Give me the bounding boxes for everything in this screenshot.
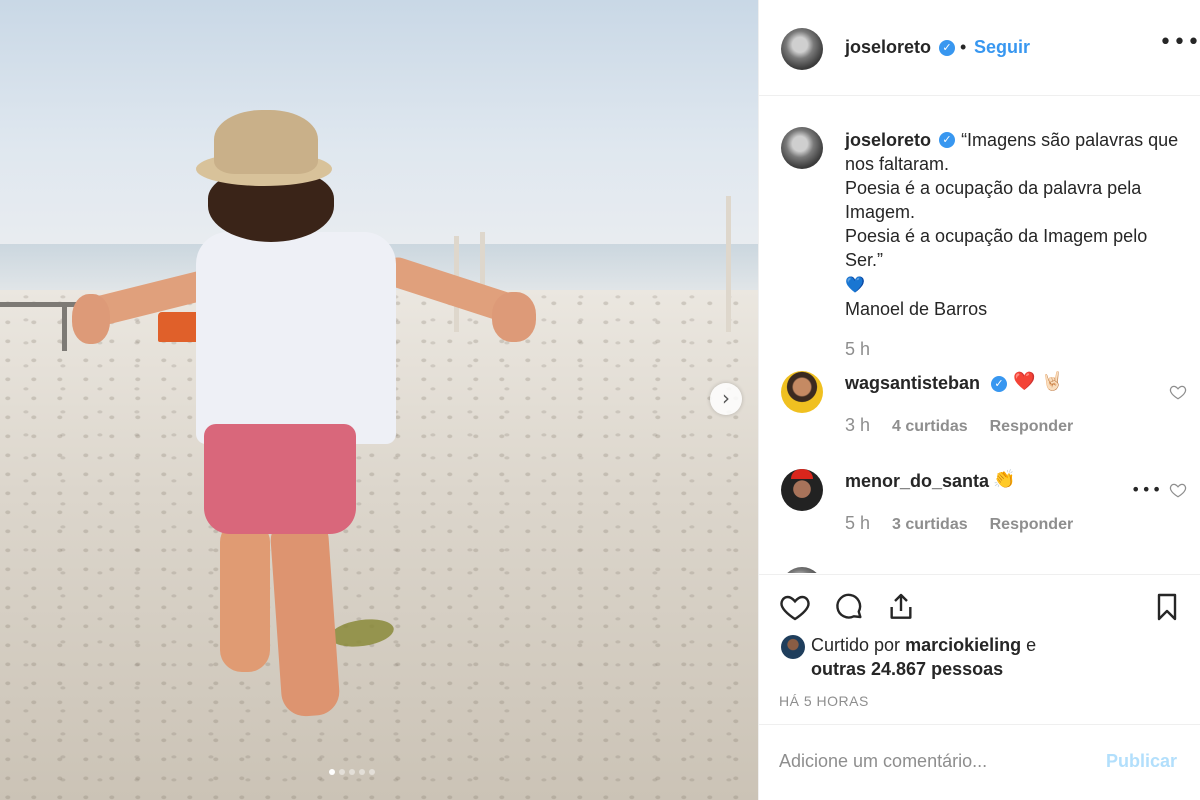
likes-user[interactable]: marciokieling (905, 635, 1021, 655)
comment-username[interactable]: menor_do_santa (845, 471, 989, 492)
post-photo[interactable]: › (0, 0, 758, 800)
caption-line-2: Poesia é a ocupação da palavra pela Imag… (845, 178, 1142, 222)
post-header: joseloreto ✓ • Seguir ••• (759, 0, 1200, 96)
carousel-dot (339, 769, 345, 775)
child-left-leg (220, 520, 270, 672)
comment-likes[interactable]: 4 curtidas (892, 418, 968, 436)
avatar[interactable] (781, 127, 823, 169)
comment-meta: 5 h 3 curtidas Responder (845, 513, 1073, 534)
more-options-icon[interactable]: ••• (1159, 30, 1200, 55)
comment-username[interactable]: wagsantisteban (845, 373, 980, 394)
carousel-next-button[interactable]: › (710, 383, 742, 415)
child-right-hand (492, 292, 536, 342)
follow-button[interactable]: Seguir (974, 37, 1030, 58)
avatar[interactable] (781, 371, 823, 413)
caption-username[interactable]: joseloreto (845, 130, 931, 150)
more-options-icon[interactable]: ••• (1131, 480, 1162, 499)
comment-likes[interactable]: 3 curtidas (892, 516, 968, 534)
child-shorts (204, 424, 356, 534)
caption-emoji: 💙 (845, 275, 865, 294)
instagram-post: › joseloreto ✓ • Seguir ••• joseloreto “… (0, 0, 1200, 800)
add-comment-bar: Adicione um comentário... Publicar (759, 724, 1200, 800)
carousel-dots (329, 769, 375, 775)
comment-time: 3 h (845, 415, 871, 435)
verified-icon: ✓ (991, 376, 1007, 392)
child-shirt (196, 232, 396, 444)
comment-icon[interactable] (833, 591, 865, 623)
caption-time: 5 h (845, 339, 871, 359)
avatar[interactable] (781, 469, 823, 511)
avatar[interactable] (781, 28, 823, 70)
caption: joseloreto “Imagens são palavras que nos… (845, 128, 1185, 321)
photo-child (0, 0, 758, 800)
comments-list[interactable]: joseloreto “Imagens são palavras que nos… (759, 97, 1200, 573)
comment-text: ❤️ 🤘🏻 (1013, 371, 1064, 392)
heart-icon[interactable] (1169, 383, 1187, 401)
publish-button[interactable]: Publicar (1106, 751, 1177, 772)
avatar[interactable] (781, 635, 805, 659)
reply-button[interactable]: Responder (990, 516, 1074, 534)
likes-conj: e (1026, 635, 1037, 655)
post-actions: Curtido por marciokieling e outras 24.86… (759, 574, 1200, 724)
child-hat-top (214, 110, 318, 174)
carousel-dot (349, 769, 355, 775)
verified-icon: ✓ (939, 132, 955, 148)
post-timestamp[interactable]: HÁ 5 HORAS (779, 693, 869, 709)
comment-input[interactable]: Adicione um comentário... (779, 751, 987, 772)
caption-author: Manoel de Barros (845, 299, 988, 319)
chevron-right-icon: › (722, 386, 730, 410)
likes-others[interactable]: outras 24.867 pessoas (811, 659, 1003, 679)
heart-icon[interactable] (1169, 481, 1187, 499)
caption-line-3: Poesia é a ocupação da Imagem pelo Ser.” (845, 226, 1148, 270)
likes-summary: Curtido por marciokieling e outras 24.86… (811, 633, 1036, 681)
child-left-hand (72, 294, 110, 344)
comment-meta: 3 h 4 curtidas Responder (845, 415, 1073, 436)
verified-icon: ✓ (939, 40, 955, 56)
heart-icon[interactable] (779, 591, 811, 623)
share-icon[interactable] (885, 591, 917, 623)
comment-time: 5 h (845, 513, 871, 533)
bookmark-icon[interactable] (1151, 591, 1183, 623)
header-username[interactable]: joseloreto (845, 37, 931, 58)
carousel-dot (359, 769, 365, 775)
carousel-dot (329, 769, 335, 775)
comment-text: 👏 (993, 469, 1016, 490)
child-right-leg (269, 514, 341, 718)
post-side-panel: joseloreto ✓ • Seguir ••• joseloreto “Im… (758, 0, 1200, 800)
reply-button[interactable]: Responder (990, 418, 1074, 436)
header-separator: • (960, 37, 967, 57)
carousel-dot (369, 769, 375, 775)
likes-prefix: Curtido por (811, 635, 901, 655)
avatar[interactable] (781, 567, 823, 573)
